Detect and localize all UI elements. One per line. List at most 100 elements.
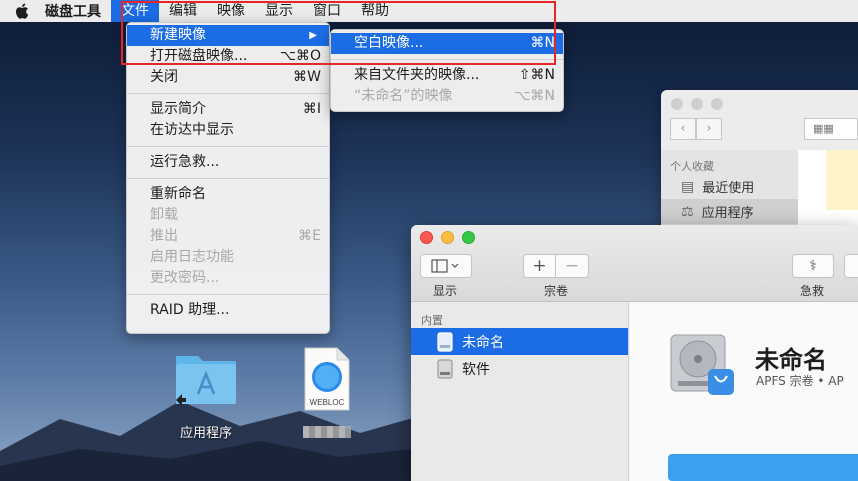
menu-item-label: 卸载 [150, 207, 178, 223]
menu-file[interactable]: 文件 [111, 0, 159, 22]
sidebar-item-recent[interactable]: ▤ 最近使用 [661, 174, 798, 199]
info-button[interactable] [844, 254, 858, 278]
menu-item-new-image[interactable]: 新建映像 ▶ [127, 25, 329, 46]
menu-help[interactable]: 帮助 [351, 0, 399, 22]
sidebar-item-label: 软件 [462, 361, 490, 378]
menu-item-label: 更改密码... [150, 270, 220, 286]
disk-sidebar: 内置 未命名 软件 [411, 302, 629, 481]
menu-separator [331, 59, 563, 60]
sidebar-item-label: 应用程序 [701, 206, 754, 221]
menu-item-close[interactable]: 关闭 ⌘W [127, 67, 329, 88]
menu-item-label: 显示简介 [150, 101, 206, 117]
first-aid-label: 急救 [800, 284, 825, 298]
menu-item-first-aid[interactable]: 运行急救... [127, 152, 329, 173]
menu-item-raid-assistant[interactable]: RAID 助理... [127, 300, 329, 321]
menu-app-name[interactable]: 磁盘工具 [45, 1, 101, 21]
add-volume-icon[interactable]: + [524, 255, 556, 277]
menu-shortcut: ⌘N [530, 35, 555, 51]
menu-separator [127, 93, 329, 94]
traffic-lights [420, 231, 475, 244]
menu-item-label: 关闭 [150, 69, 178, 85]
menu-item-label: RAID 助理... [150, 302, 230, 318]
sidebar-volume-untitled[interactable]: 未命名 [411, 328, 628, 355]
minimize-icon[interactable] [441, 231, 454, 244]
menu-item-show-in-finder[interactable]: 在访达中显示 [127, 120, 329, 141]
menu-image[interactable]: 映像 [207, 0, 255, 22]
volume-title: 未命名 [755, 346, 827, 374]
menu-shortcut: ⌥⌘N [514, 88, 555, 104]
recents-icon: ▤ [681, 178, 695, 195]
sidebar-item-label: 最近使用 [702, 181, 755, 196]
desktop-icon-label: 应用程序 [179, 426, 232, 441]
sidebar-view-icon [431, 259, 459, 273]
menu-item-unmount: 卸载 [127, 205, 329, 226]
zoom-icon[interactable] [462, 231, 475, 244]
grid-view-icon[interactable]: ▦▦ [804, 118, 858, 140]
finder-traffic-lights [671, 98, 723, 110]
volume-disk-icon [437, 331, 453, 352]
menu-item-image-from-volume: “未命名”的映像 ⌥⌘N [331, 86, 563, 107]
menu-item-open-image[interactable]: 打开磁盘映像... ⌥⌘O [127, 46, 329, 67]
new-image-submenu: 空白映像... ⌘N 来自文件夹的映像... ⇧⌘N “未命名”的映像 ⌥⌘N [330, 29, 564, 112]
menu-item-enable-journaling: 启用日志功能 [127, 247, 329, 268]
remove-volume-icon[interactable]: − [556, 255, 588, 277]
close-icon[interactable] [671, 98, 683, 110]
volume-label: 宗卷 [544, 284, 569, 298]
menu-window[interactable]: 窗口 [303, 0, 351, 22]
zoom-icon[interactable] [711, 98, 723, 110]
sidebar-item-applications[interactable]: ⚖ 应用程序 [661, 199, 798, 224]
hard-drive-icon [670, 334, 734, 395]
menu-item-label: 打开磁盘映像... [150, 48, 248, 64]
finder-sidebar-header: 个人收藏 [670, 160, 714, 173]
menu-item-rename[interactable]: 重新命名 [127, 184, 329, 205]
file-menu: 新建映像 ▶ 打开磁盘映像... ⌥⌘O 关闭 ⌘W 显示简介 ⌘I 在访达中显… [126, 22, 330, 334]
webloc-badge: WEBLOC [310, 398, 345, 407]
minimize-icon[interactable] [691, 98, 703, 110]
menu-item-blank-image[interactable]: 空白映像... ⌘N [331, 33, 563, 54]
sidebar-item-label: 未命名 [462, 334, 504, 351]
submenu-arrow-icon: ▶ [309, 30, 317, 41]
menu-item-label: 来自文件夹的映像... [354, 67, 480, 83]
volume-detail: 未命名 APFS 宗卷 • AP [630, 302, 858, 481]
volume-buttons: + − [523, 254, 589, 278]
capacity-bar [668, 454, 858, 481]
view-label: 显示 [433, 284, 458, 298]
menu-item-label: 在访达中显示 [150, 122, 234, 138]
close-icon[interactable] [420, 231, 433, 244]
first-aid-button[interactable]: ⚕ [792, 254, 834, 278]
menu-item-label: 重新命名 [150, 186, 206, 202]
desktop-icon-label-redacted [296, 426, 358, 442]
menu-item-label: 推出 [150, 228, 178, 244]
menu-item-label: 新建映像 [150, 27, 206, 43]
toolbar: 显示 + − 宗卷 ⚕ 急救 [411, 225, 858, 302]
menu-shortcut: ⌥⌘O [279, 48, 321, 64]
menu-item-show-info[interactable]: 显示简介 ⌘I [127, 99, 329, 120]
menu-separator [127, 146, 329, 147]
menu-edit[interactable]: 编辑 [159, 0, 207, 22]
applications-icon: ⚖ [681, 203, 694, 220]
sidebar-section-internal: 内置 [421, 314, 443, 327]
volume-subtitle: APFS 宗卷 • AP [756, 374, 844, 388]
volume-disk-icon [437, 359, 453, 378]
menu-shortcut: ⌘I [302, 101, 321, 117]
menu-item-image-from-folder[interactable]: 来自文件夹的映像... ⇧⌘N [331, 65, 563, 86]
menu-item-label: 启用日志功能 [150, 249, 234, 265]
menu-item-label: “未命名”的映像 [354, 88, 453, 104]
menu-item-eject: 推出 ⌘E [127, 226, 329, 247]
menu-view[interactable]: 显示 [255, 0, 303, 22]
desktop-webloc-file[interactable]: WEBLOC [296, 346, 358, 442]
view-toggle-button[interactable] [420, 254, 472, 278]
forward-arrow-icon[interactable]: › [696, 118, 722, 140]
file-preview [826, 150, 858, 210]
back-arrow-icon[interactable]: ‹ [670, 118, 696, 140]
finder-nav-buttons: ‹ › [670, 118, 722, 140]
menu-separator [127, 178, 329, 179]
sidebar-volume-software[interactable]: 软件 [411, 355, 628, 382]
stethoscope-icon: ⚕ [809, 258, 817, 274]
menu-item-change-password: 更改密码... [127, 268, 329, 289]
disk-utility-window: 显示 + − 宗卷 ⚕ 急救 内置 未命名 软件 未命名 APFS 宗卷 • A… [411, 225, 858, 481]
menu-separator [127, 294, 329, 295]
desktop-applications-folder[interactable]: 应用程序 [168, 350, 244, 441]
apple-logo-icon[interactable] [15, 2, 31, 20]
menu-item-label: 空白映像... [354, 35, 424, 51]
